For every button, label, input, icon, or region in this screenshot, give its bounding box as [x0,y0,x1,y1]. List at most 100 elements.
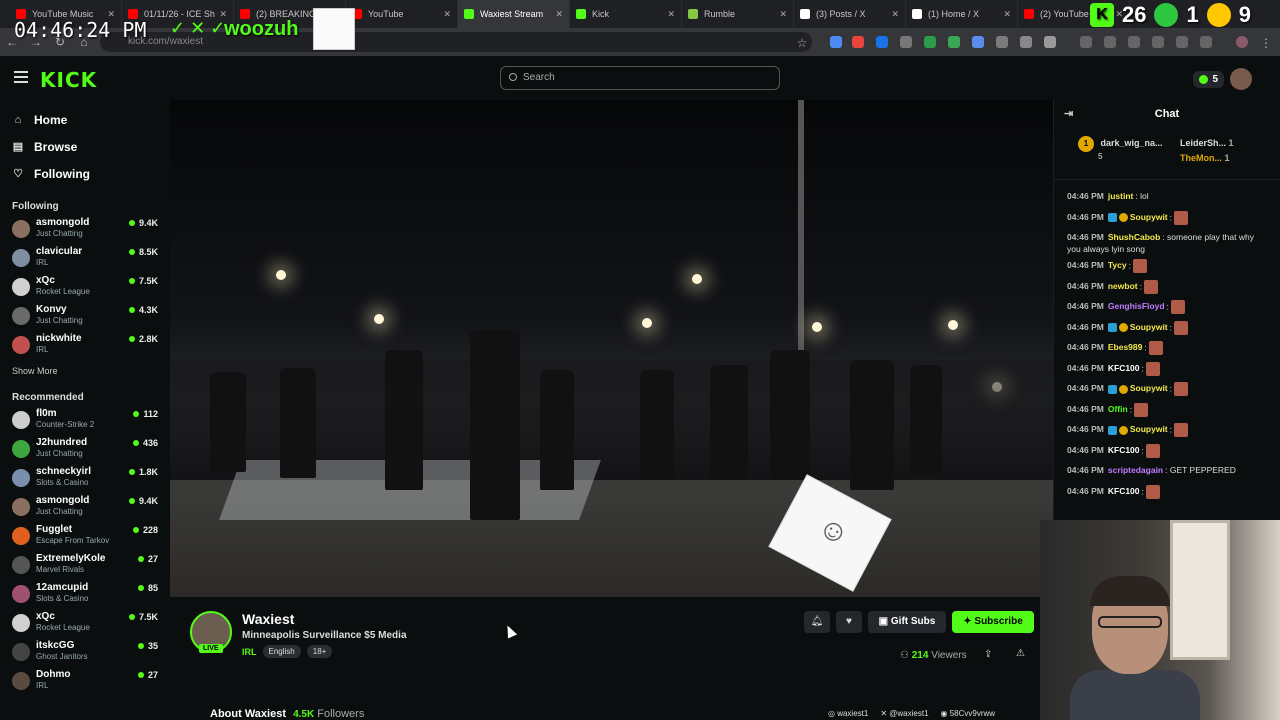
report-icon[interactable]: ⚠ [1016,648,1025,659]
browser-tab[interactable]: YouTube ✕ [346,0,458,28]
share-icon[interactable]: ⇪ [984,649,992,660]
browser-tab[interactable]: Waxiest Stream ✕ [458,0,570,28]
social-label: waxiest1 [837,709,869,718]
extension-icon[interactable] [876,36,888,48]
leaderboard-first[interactable]: 1 dark_wig_na... 5 [1078,136,1163,161]
kick-logo[interactable]: KICK [40,68,97,92]
bookmark-star-icon[interactable]: ☆ [790,36,814,50]
history-icon[interactable] [1080,36,1092,48]
extension-icon[interactable] [996,36,1008,48]
chat-username[interactable]: Soupywit [1130,424,1168,434]
show-more-button[interactable]: Show More [0,366,170,376]
sidebar-channel[interactable]: schneckyirl Slots & Casino 1.8K [0,466,170,495]
chat-username[interactable]: Ebes989 [1108,342,1143,352]
collapse-chat-icon[interactable]: ⇥ [1064,100,1073,128]
cast-icon[interactable] [1176,36,1188,48]
tag[interactable]: 18+ [306,645,333,658]
nav-home[interactable]: ⌂ Home [0,106,170,133]
nav-following[interactable]: ♡ Following [0,160,170,187]
close-tab-icon[interactable]: ✕ [891,9,899,20]
extensions-puzzle-icon[interactable] [1044,36,1056,48]
sidebar-channel[interactable]: itskcGG Ghost Janitors 35 [0,640,170,669]
follow-button[interactable]: ♥ [836,611,862,633]
video-player[interactable] [170,100,1053,597]
channel-avatar [12,307,30,325]
sidebar-channel[interactable]: asmongold Just Chatting 9.4K [0,217,170,246]
leaderboard-second[interactable]: LeiderSh... 1 [1180,136,1234,151]
extension-icon[interactable] [900,36,912,48]
extension-icon[interactable] [1020,36,1032,48]
chat-username[interactable]: Soupywit [1130,322,1168,332]
chat-username[interactable]: KFC100 [1108,445,1140,455]
user-avatar[interactable] [1230,68,1252,90]
discord-link[interactable]: ◉ 58Cvv9vrww [941,709,996,718]
leader-name: LeiderSh... [1180,138,1227,148]
extension-icon[interactable] [924,36,936,48]
sidebar-channel[interactable]: Fugglet Escape From Tarkov 228 [0,524,170,553]
leaderboard-third[interactable]: TheMon... 1 [1180,151,1234,166]
notification-bell-button[interactable]: 🔔︎ [804,611,830,633]
close-tab-icon[interactable]: ✕ [1003,9,1011,20]
gift-subs-button[interactable]: ▣ Gift Subs [868,611,946,633]
social-links: ◎ waxiest1 ✕ @waxiest1 ◉ 58Cvv9vrww [828,709,995,718]
browser-menu-icon[interactable]: ⋮ [1254,36,1278,50]
sidebar-channel[interactable]: Dohmo IRL 27 [0,669,170,698]
chat-username[interactable]: scriptedagain [1108,465,1163,475]
channel-category: Just Chatting [36,229,83,238]
viewer-label: Viewers [931,650,967,661]
channel-viewers: 9.4K [129,218,158,228]
channel-viewers: 9.4K [129,496,158,506]
menu-icon[interactable] [1200,36,1212,48]
tag[interactable]: English [262,645,301,658]
chat-username[interactable]: GenghisFloyd [1108,301,1165,311]
chat-username[interactable]: ShushCabob [1108,232,1160,242]
sidebar-channel[interactable]: 12amcupid Slots & Casino 85 [0,582,170,611]
chat-username[interactable]: newbot [1108,281,1138,291]
sidebar-channel[interactable]: xQc Rocket League 7.5K [0,275,170,304]
chat-emote [1144,279,1159,294]
streamer-name[interactable]: Waxiest [242,611,294,627]
kicks-balance-button[interactable]: 5 [1193,70,1224,88]
hamburger-menu-icon[interactable] [14,71,28,83]
devtools-icon[interactable] [1128,36,1140,48]
sidebar-channel[interactable]: nickwhite IRL 2.8K [0,333,170,362]
extension-icon[interactable] [830,36,842,48]
sidebar-channel[interactable]: Konvy Just Chatting 4.3K [0,304,170,333]
chat-username[interactable]: KFC100 [1108,363,1140,373]
browser-tab[interactable]: Rumble ✕ [682,0,794,28]
chat-emote [1146,443,1161,458]
sidebar-channel[interactable]: ExtremelyKole Marvel Rivals 27 [0,553,170,582]
close-tab-icon[interactable]: ✕ [443,9,451,20]
sidebar-channel[interactable]: fl0m Counter-Strike 2 112 [0,408,170,437]
chat-username[interactable]: KFC100 [1108,486,1140,496]
chat-username[interactable]: Offin [1108,404,1128,414]
subscribe-button[interactable]: ✦ Subscribe [952,611,1034,633]
sidebar-icon[interactable] [1152,36,1164,48]
chat-username[interactable]: Soupywit [1130,212,1168,222]
category-link[interactable]: IRL [242,647,257,657]
sidebar-channel[interactable]: asmongold Just Chatting 9.4K [0,495,170,524]
sidebar-channel[interactable]: J2hundred Just Chatting 436 [0,437,170,466]
channel-category: IRL [36,258,49,267]
downloads-icon[interactable] [1104,36,1116,48]
close-tab-icon[interactable]: ✕ [555,9,563,20]
extension-icon[interactable] [852,36,864,48]
search-input[interactable]: Search [500,66,780,90]
stream-info: LIVE Waxiest Minneapolis Surveillance $5… [170,597,1053,720]
x-link[interactable]: ✕ @waxiest1 [880,709,928,718]
chat-username[interactable]: Tycy [1108,260,1127,270]
sidebar-channel[interactable]: xQc Rocket League 7.5K [0,611,170,640]
close-tab-icon[interactable]: ✕ [779,9,787,20]
close-tab-icon[interactable]: ✕ [667,9,675,20]
chat-username[interactable]: Soupywit [1130,383,1168,393]
extension-icon[interactable] [972,36,984,48]
sidebar-channel[interactable]: clavicular IRL 8.5K [0,246,170,275]
browser-tab[interactable]: (1) Home / X ✕ [906,0,1018,28]
browser-tab[interactable]: Kick ✕ [570,0,682,28]
nav-browse[interactable]: ▤ Browse [0,133,170,160]
chat-username[interactable]: justint [1108,191,1134,201]
browser-tab[interactable]: (3) Posts / X ✕ [794,0,906,28]
instagram-link[interactable]: ◎ waxiest1 [828,709,868,718]
profile-avatar[interactable] [1236,36,1248,48]
extension-icon[interactable] [948,36,960,48]
